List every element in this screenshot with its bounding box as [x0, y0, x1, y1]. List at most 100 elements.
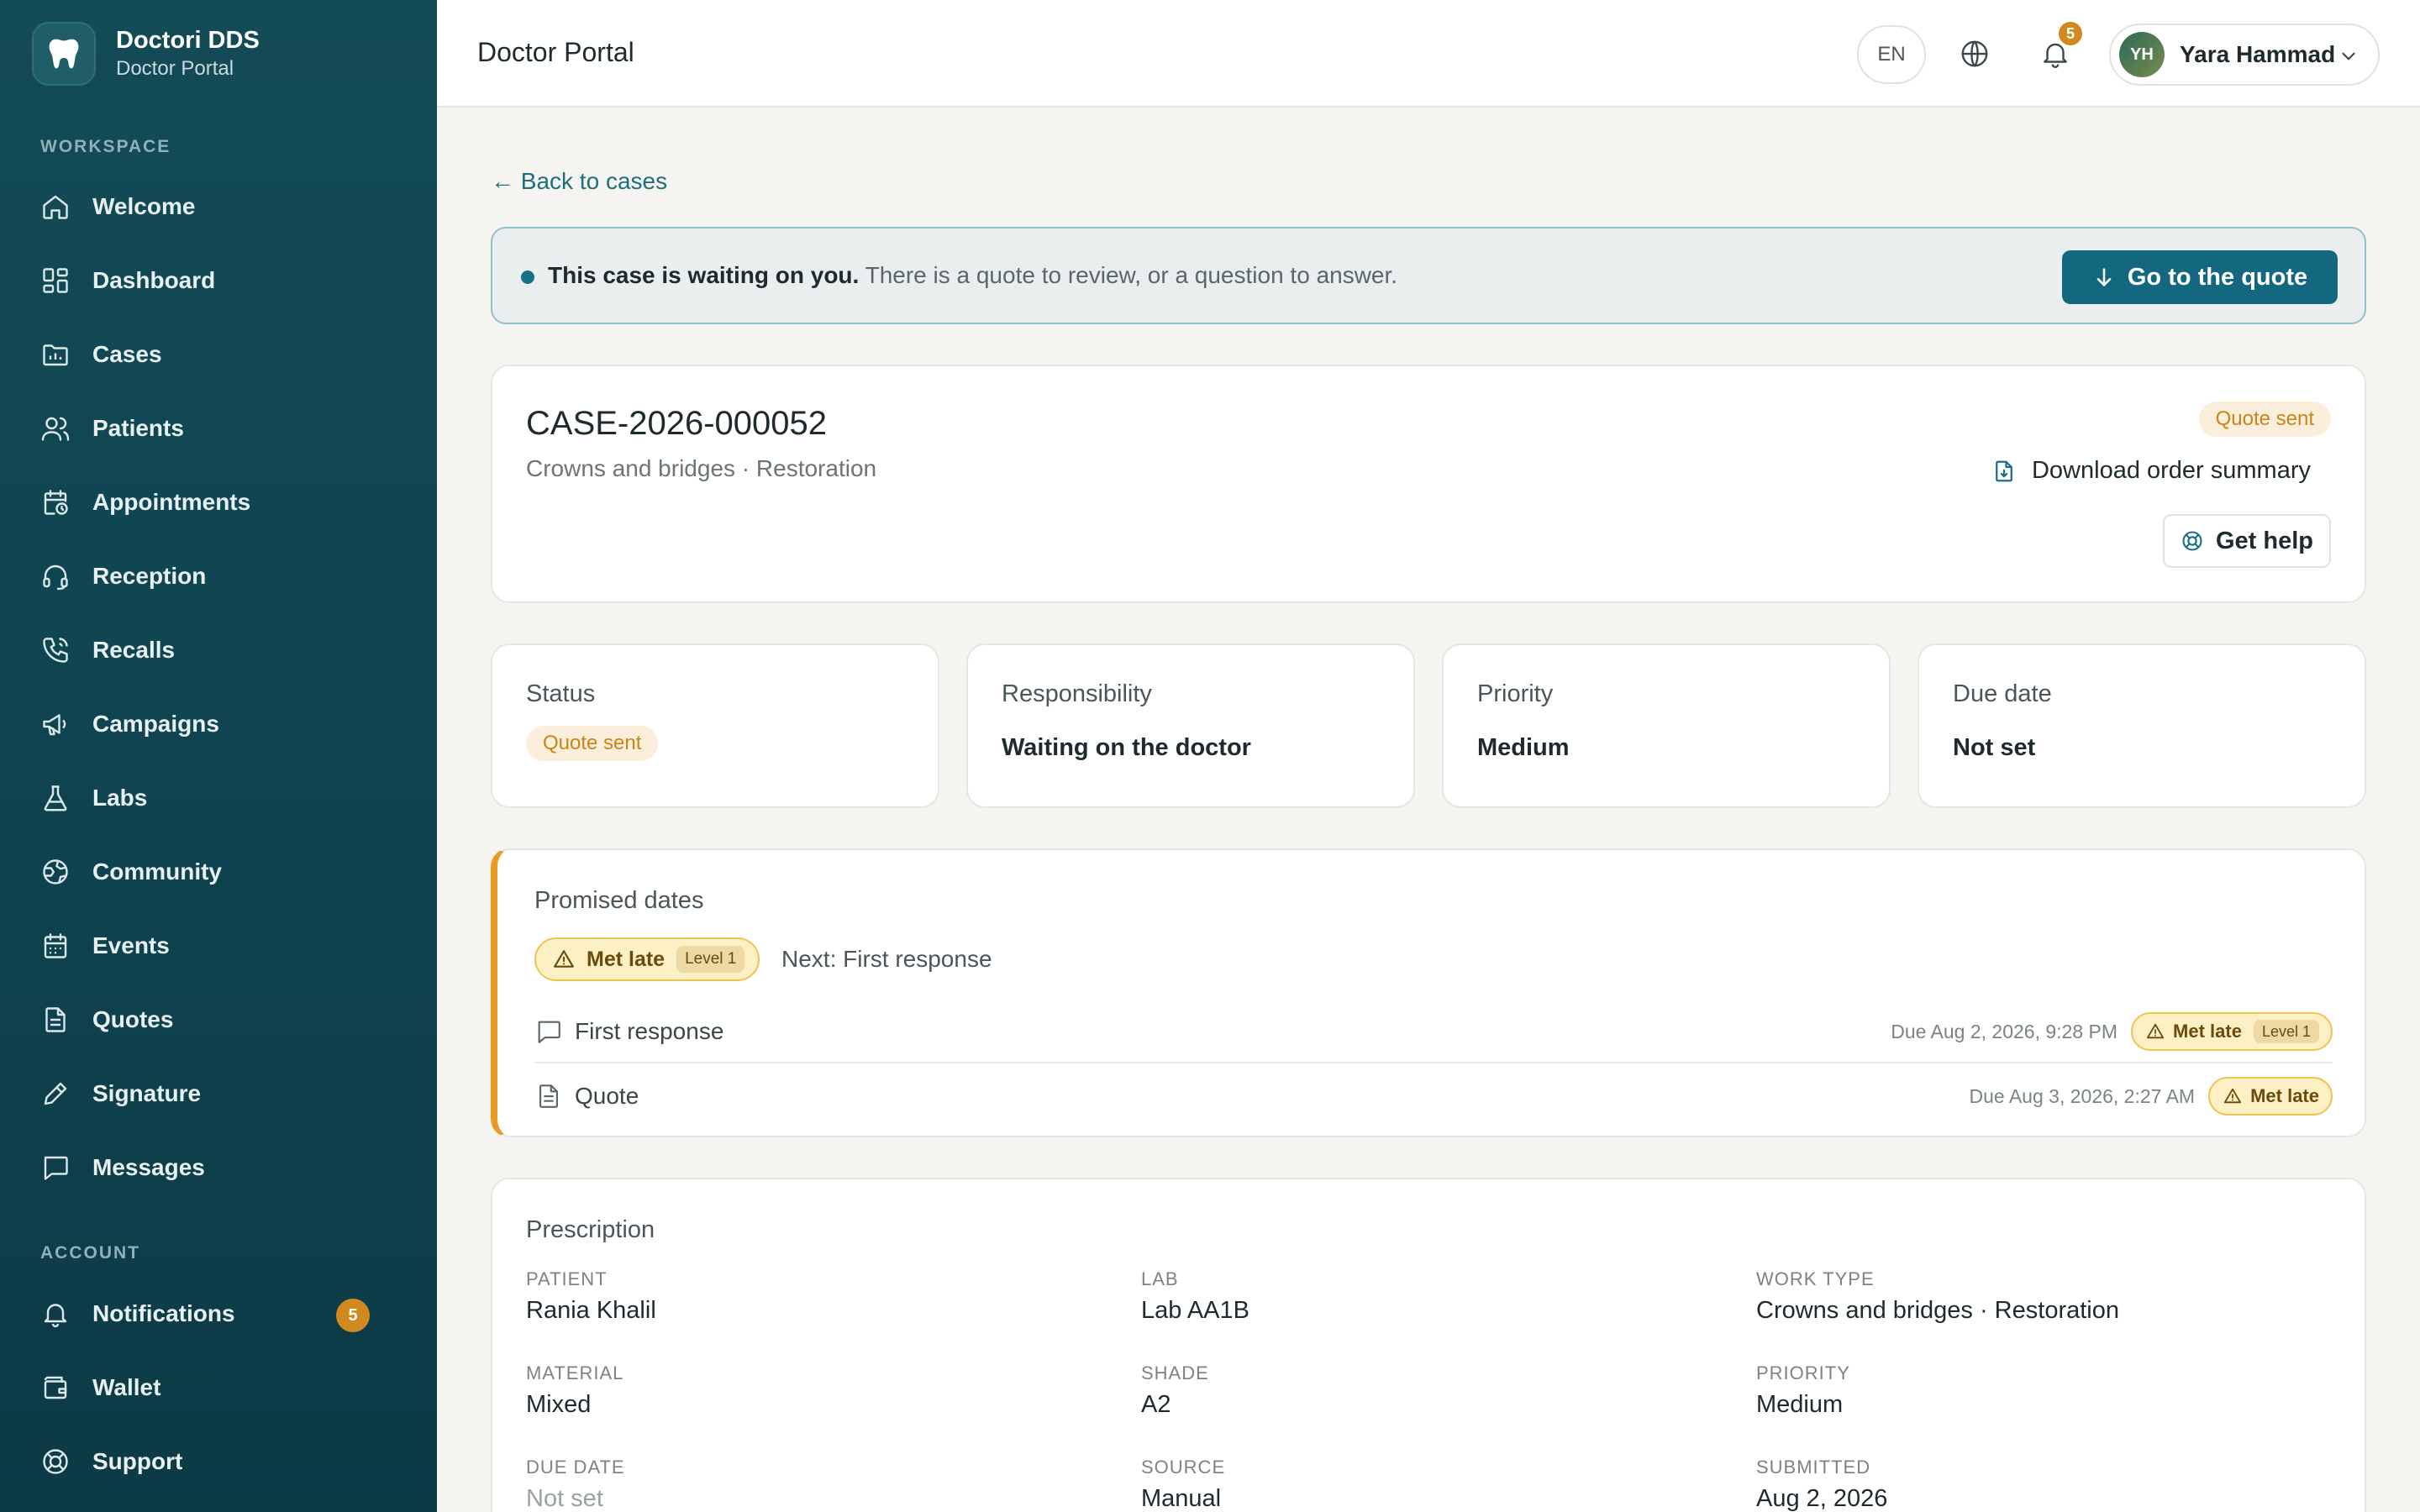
- rx-value: Manual: [1141, 1485, 1222, 1512]
- milestone-name: First response: [575, 1018, 724, 1044]
- brand-subtitle: Doctor Portal: [116, 57, 234, 80]
- sidebar-item-patients[interactable]: Patients: [32, 398, 410, 459]
- met-late-badge: Met late Level 1: [2131, 1012, 2333, 1051]
- promised-dates-card: Promised dates Met late Level 1 Next: Fi…: [491, 848, 2366, 1137]
- rx-label: SUBMITTED: [1756, 1457, 1871, 1478]
- document-icon: [45, 1007, 66, 1032]
- home-icon: [43, 195, 68, 219]
- language-button[interactable]: EN: [1857, 25, 1926, 84]
- rx-value: Crowns and bridges · Restoration: [1756, 1297, 2119, 1324]
- sidebar-item-wallet[interactable]: Wallet: [32, 1357, 410, 1418]
- prescription-title: Prescription: [526, 1216, 655, 1243]
- back-to-cases-link[interactable]: ← Back to cases: [491, 168, 667, 195]
- avatar: YH: [2119, 32, 2165, 77]
- alert-strong-text: This case is waiting on you.: [548, 262, 860, 288]
- brand[interactable]: Doctori DDS Doctor Portal: [32, 22, 260, 86]
- sidebar-item-campaigns[interactable]: Campaigns: [32, 694, 410, 754]
- sidebar-item-label: Dashboard: [92, 267, 216, 293]
- due-date-label: Due date: [1953, 680, 2052, 707]
- sidebar-item-messages[interactable]: Messages: [32, 1137, 410, 1198]
- sidebar-item-dashboard[interactable]: Dashboard: [32, 250, 410, 311]
- rx-field-source: SOURCE Manual: [1141, 1457, 1225, 1512]
- account-section-label: ACCOUNT: [40, 1243, 140, 1263]
- rx-label: SHADE: [1141, 1362, 1209, 1383]
- promised-dates-title: Promised dates: [534, 887, 704, 914]
- globe-icon: [43, 859, 68, 885]
- rx-value: Not set: [526, 1485, 603, 1512]
- priority-value: Medium: [1477, 734, 1570, 761]
- sidebar-item-label: Quotes: [92, 1006, 174, 1032]
- download-label: Download order summary: [2031, 457, 2311, 484]
- globe-button[interactable]: [1949, 29, 2000, 79]
- go-to-quote-label: Go to the quote: [2127, 263, 2308, 291]
- status-card: Status Quote sent: [491, 643, 939, 808]
- phone-icon: [43, 638, 68, 663]
- waiting-alert: This case is waiting on you. There is a …: [491, 227, 2366, 324]
- go-to-quote-button[interactable]: Go to the quote: [2062, 250, 2338, 304]
- responsibility-value: Waiting on the doctor: [1002, 734, 1251, 761]
- sidebar-item-recalls[interactable]: Recalls: [32, 620, 410, 680]
- file-download-icon: [1996, 460, 2012, 481]
- due-date-value: Not set: [1953, 734, 2036, 761]
- rx-field-submitted: SUBMITTED Aug 2, 2026: [1756, 1457, 1887, 1512]
- notifications-button[interactable]: 5: [2030, 20, 2084, 79]
- milestone-row-first-response: First response Due Aug 2, 2026, 9:28 PM …: [534, 1001, 2333, 1063]
- sidebar-item-support[interactable]: Support: [32, 1431, 410, 1492]
- next-milestone-text: Next: First response: [781, 946, 992, 972]
- sidebar-item-notifications[interactable]: Notifications 5: [32, 1284, 410, 1344]
- sidebar-item-label: Support: [92, 1448, 183, 1474]
- sidebar-item-label: Community: [92, 858, 222, 885]
- sidebar-item-label: Labs: [92, 785, 148, 811]
- rx-value: Lab AA1B: [1141, 1297, 1249, 1324]
- met-late-text: Met late: [587, 947, 666, 971]
- wallet-icon: [44, 1376, 67, 1399]
- case-header-card: CASE-2026-000052 Crowns and bridges · Re…: [491, 365, 2366, 603]
- workspace-section-label: WORKSPACE: [40, 137, 171, 156]
- lifebuoy-icon: [2182, 531, 2202, 551]
- sidebar-item-label: Campaigns: [92, 711, 219, 737]
- sidebar-item-appointments[interactable]: Appointments: [32, 472, 410, 533]
- get-help-button[interactable]: Get help: [2163, 514, 2331, 568]
- page-title: Doctor Portal: [477, 37, 634, 67]
- rx-field-priority: PRIORITY Medium: [1756, 1362, 1850, 1419]
- get-help-label: Get help: [2215, 527, 2313, 554]
- alert-dot: [521, 270, 534, 284]
- sidebar-item-cases[interactable]: Cases: [32, 324, 410, 385]
- case-subtitle: Crowns and bridges · Restoration: [526, 455, 877, 481]
- sidebar-item-events[interactable]: Events: [32, 916, 410, 976]
- message-icon: [44, 1156, 68, 1180]
- level-badge: Level 1: [676, 946, 745, 973]
- alert-body-text: There is a quote to review, or a questio…: [859, 262, 1398, 288]
- globe-icon: [1961, 40, 1988, 67]
- sidebar-item-reception[interactable]: Reception: [32, 546, 410, 606]
- rx-value: A2: [1141, 1391, 1171, 1418]
- milestone-due: Due Aug 2, 2026, 9:28 PM: [1891, 1020, 2118, 1042]
- rx-field-work-type: WORK TYPE Crowns and bridges · Restorati…: [1756, 1268, 2119, 1325]
- headset-icon: [43, 564, 68, 591]
- rx-value: Mixed: [526, 1391, 592, 1418]
- met-late-badge: Met late Level 1: [534, 937, 760, 981]
- document-icon: [539, 1084, 558, 1108]
- message-icon: [538, 1021, 560, 1043]
- notification-count-badge: 5: [2057, 20, 2084, 47]
- sidebar-item-community[interactable]: Community: [32, 842, 410, 902]
- status-badge: Quote sent: [2198, 402, 2331, 437]
- users-icon: [41, 417, 70, 441]
- sidebar-item-welcome[interactable]: Welcome: [32, 176, 410, 237]
- sidebar-item-label: Recalls: [92, 637, 176, 663]
- rx-label: SOURCE: [1141, 1457, 1226, 1478]
- sidebar-item-label: Cases: [92, 341, 162, 367]
- pen-icon: [44, 1082, 67, 1105]
- sidebar-item-signature[interactable]: Signature: [32, 1063, 410, 1124]
- sidebar-item-label: Events: [92, 932, 170, 958]
- download-order-summary-link[interactable]: Download order summary: [1991, 457, 2311, 485]
- rx-field-material: MATERIAL Mixed: [526, 1362, 623, 1419]
- alert-text: This case is waiting on you. There is a …: [548, 262, 1397, 289]
- sidebar-item-quotes[interactable]: Quotes: [32, 990, 410, 1050]
- user-menu[interactable]: YH Yara Hammad: [2109, 24, 2380, 86]
- sidebar-item-label: Messages: [92, 1154, 205, 1180]
- status-label: Status: [526, 680, 596, 707]
- sidebar-item-labs[interactable]: Labs: [32, 768, 410, 828]
- flask-icon: [44, 785, 67, 811]
- arrow-down-icon: [2096, 268, 2112, 286]
